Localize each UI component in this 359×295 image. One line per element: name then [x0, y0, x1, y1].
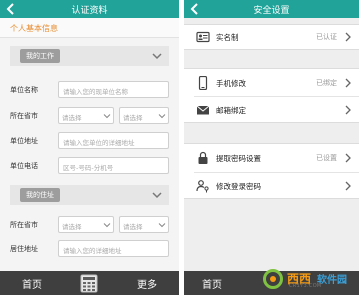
- item-label: 实名制: [216, 33, 239, 42]
- select-value: 请选择: [62, 114, 82, 122]
- chevron-right-icon: [345, 181, 351, 191]
- list-item-withdraw-password[interactable]: 提取密码设置 已设置: [184, 146, 359, 170]
- company-name-input[interactable]: 请输入您的现单位名称: [58, 81, 169, 98]
- company-address-input[interactable]: 请输入您单位的详细地址: [58, 132, 169, 149]
- list-item-phone[interactable]: 手机修改 已绑定: [184, 71, 359, 95]
- status-text: 已认证: [316, 33, 337, 41]
- home-address-input[interactable]: 请输入您的详细地址: [58, 240, 169, 257]
- logo-icon: [263, 269, 283, 289]
- field-label: 所在省市: [10, 221, 38, 229]
- list-item-login-password[interactable]: 修改登录密码: [184, 174, 359, 198]
- work-province-select[interactable]: 请选择: [58, 107, 114, 124]
- status-text: 已绑定: [316, 79, 337, 87]
- item-label: 手机修改: [216, 79, 246, 88]
- field-label: 居住地址: [10, 245, 38, 253]
- top-bar: 安全设置: [184, 0, 359, 18]
- phone-icon: [198, 76, 208, 90]
- nav-home[interactable]: 首页: [192, 276, 232, 291]
- company-phone-input[interactable]: 区号-号码-分机号: [58, 157, 169, 174]
- form-row-home-province: 所在省市 请选择 请选择: [10, 216, 169, 234]
- work-city-select[interactable]: 请选择: [119, 107, 169, 124]
- chevron-right-icon: [345, 153, 351, 163]
- home-city-select[interactable]: 请选择: [119, 216, 169, 233]
- select-value: 请选择: [123, 114, 143, 122]
- field-label: 单位电话: [10, 162, 38, 170]
- calculator-icon[interactable]: [80, 274, 98, 293]
- chevron-down-icon: [158, 114, 166, 119]
- placeholder-text: 请输入您的详细地址: [63, 247, 122, 255]
- settings-group-identity: 实名制 已认证: [184, 24, 359, 50]
- form-row-work-province: 所在省市 请选择 请选择: [10, 107, 169, 125]
- select-value: 请选择: [62, 223, 82, 231]
- lock-icon: [198, 151, 208, 164]
- user-key-icon: [196, 180, 209, 193]
- form-row-company-address: 单位地址 请输入您单位的详细地址: [10, 132, 169, 150]
- watermark-logo: 西西 软件园 CR173.COM: [263, 268, 355, 290]
- item-label: 修改登录密码: [216, 182, 261, 191]
- bottom-nav: 首页 更多: [0, 271, 179, 295]
- home-group-title: 我的住址: [20, 188, 60, 202]
- section-header: 个人基本信息: [0, 18, 179, 38]
- chevron-right-icon: [345, 78, 351, 88]
- status-text: 已设置: [316, 154, 337, 162]
- list-item-real-name[interactable]: 实名制 已认证: [184, 25, 359, 49]
- field-label: 单位名称: [10, 86, 38, 94]
- mail-icon: [196, 105, 210, 115]
- divider: [194, 172, 359, 173]
- chevron-down-icon: [103, 223, 111, 228]
- placeholder-text: 区号-号码-分机号: [63, 164, 114, 172]
- section-title: 个人基本信息: [10, 24, 58, 33]
- placeholder-text: 请输入您的现单位名称: [63, 88, 128, 96]
- divider: [194, 96, 359, 97]
- item-label: 邮箱绑定: [216, 106, 246, 115]
- home-province-select[interactable]: 请选择: [58, 216, 114, 233]
- settings-group-binding: 手机修改 已绑定 邮箱绑定: [184, 68, 359, 123]
- nav-home[interactable]: 首页: [12, 276, 52, 291]
- page-title: 认证资料: [71, 6, 108, 16]
- left-screen: 认证资料 个人基本信息 我的工作 单位名称 请输入您的现单位名称 所在省市 请选…: [0, 0, 179, 295]
- top-bar: 认证资料: [0, 0, 179, 18]
- work-group-title: 我的工作: [20, 49, 60, 63]
- page-title: 安全设置: [253, 6, 290, 16]
- form-row-company-name: 单位名称 请输入您的现单位名称: [10, 81, 169, 99]
- field-label: 所在省市: [10, 112, 38, 120]
- chevron-right-icon: [345, 105, 351, 115]
- chevron-right-icon: [345, 32, 351, 42]
- chevron-down-icon[interactable]: [151, 189, 163, 201]
- id-card-icon: [196, 31, 210, 43]
- watermark-url: CR173.COM: [289, 283, 322, 289]
- chevron-down-icon: [158, 223, 166, 228]
- placeholder-text: 请输入您单位的详细地址: [63, 139, 135, 147]
- work-group-header[interactable]: 我的工作: [10, 46, 169, 66]
- right-screen: 安全设置 实名制 已认证 手机修改 已绑定 邮箱绑定 提取密码设置 已设置 修改…: [184, 0, 359, 295]
- home-group-header[interactable]: 我的住址: [10, 185, 169, 205]
- select-value: 请选择: [123, 223, 143, 231]
- item-label: 提取密码设置: [216, 154, 261, 163]
- chevron-down-icon: [103, 114, 111, 119]
- list-item-email[interactable]: 邮箱绑定: [184, 98, 359, 122]
- settings-group-password: 提取密码设置 已设置 修改登录密码: [184, 143, 359, 199]
- form-row-home-address: 居住地址 请输入您的详细地址: [10, 240, 169, 258]
- nav-more[interactable]: 更多: [127, 276, 167, 291]
- chevron-down-icon[interactable]: [151, 50, 163, 62]
- form-row-company-phone: 单位电话 区号-号码-分机号: [10, 157, 169, 175]
- field-label: 单位地址: [10, 137, 38, 145]
